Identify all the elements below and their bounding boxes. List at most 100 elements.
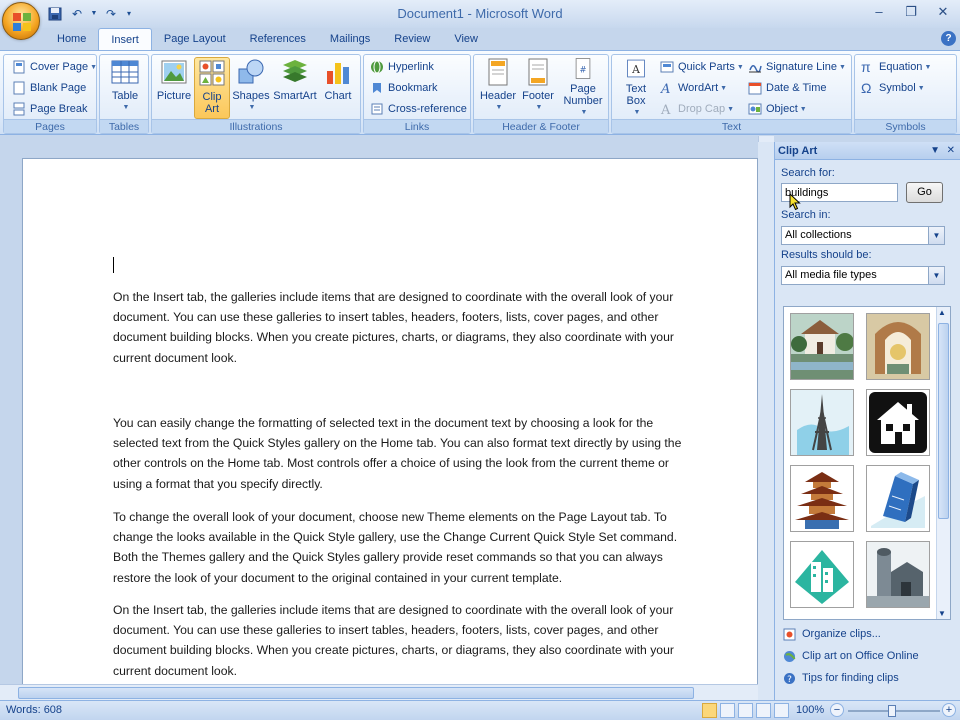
blank-page-button[interactable]: Blank Page	[12, 78, 86, 98]
document-area: On the Insert tab, the galleries include…	[0, 136, 758, 684]
quick-parts-button[interactable]: Quick Parts ▼	[660, 57, 744, 77]
close-icon[interactable]: ✕	[932, 3, 954, 21]
clip-thumbnail-pagoda[interactable]	[790, 465, 854, 532]
page-break-button[interactable]: Page Break	[12, 99, 87, 119]
clip-thumbnail-arch[interactable]	[866, 313, 930, 380]
restore-icon[interactable]: ❐	[900, 3, 922, 21]
go-button[interactable]: Go	[906, 182, 943, 203]
svg-text:#: #	[579, 64, 586, 74]
object-button[interactable]: Object ▼	[748, 99, 807, 119]
clip-thumbnail-barn-silo[interactable]	[866, 541, 930, 608]
web-layout-view-icon[interactable]	[738, 703, 753, 718]
equation-button[interactable]: π Equation ▼	[861, 57, 931, 77]
cross-reference-button[interactable]: Cross-reference	[370, 99, 467, 119]
tab-review[interactable]: Review	[382, 28, 442, 50]
zoom-out-icon[interactable]: −	[830, 703, 844, 717]
tab-insert[interactable]: Insert	[98, 28, 152, 50]
cover-page-button[interactable]: Cover Page ▼	[12, 57, 97, 77]
table-icon	[111, 60, 139, 84]
paragraph-1[interactable]: On the Insert tab, the galleries include…	[113, 287, 698, 368]
page-number-button[interactable]: # Page Number ▼	[560, 57, 606, 119]
scroll-down-icon[interactable]: ▼	[938, 609, 946, 618]
window-title: Document1 - Microsoft Word	[397, 6, 563, 21]
minimize-icon[interactable]: –	[868, 3, 890, 21]
blank-page-icon	[12, 81, 26, 95]
document-page[interactable]: On the Insert tab, the galleries include…	[22, 158, 758, 684]
chart-button[interactable]: Chart	[320, 57, 356, 119]
symbol-button[interactable]: Ω Symbol ▼	[861, 78, 925, 98]
svg-text:A: A	[631, 63, 640, 76]
object-icon	[748, 102, 762, 116]
text-box-button[interactable]: A Text Box ▼	[616, 57, 656, 119]
group-header-footer: Header ▼ Footer ▼ # Page Number ▼ Header & …	[473, 54, 609, 134]
tab-mailings[interactable]: Mailings	[318, 28, 382, 50]
organize-clips-icon	[783, 628, 796, 641]
zoom-slider-thumb[interactable]	[888, 705, 896, 717]
print-layout-view-icon[interactable]	[702, 703, 717, 718]
tab-references[interactable]: References	[238, 28, 318, 50]
mouse-pointer-icon	[789, 193, 801, 211]
draft-view-icon[interactable]	[774, 703, 789, 718]
header-button[interactable]: Header ▼	[478, 57, 518, 119]
globe-icon	[783, 650, 796, 663]
tab-home[interactable]: Home	[45, 28, 98, 50]
signature-line-button[interactable]: Signature Line ▼	[748, 57, 846, 77]
text-box-icon: A	[627, 59, 645, 78]
group-tables: Table ▼ Tables	[99, 54, 149, 134]
results-scroll-thumb[interactable]	[938, 323, 949, 519]
hyperlink-button[interactable]: Hyperlink	[370, 57, 434, 77]
shapes-button[interactable]: Shapes ▼	[232, 57, 270, 119]
svg-text:?: ?	[787, 675, 792, 685]
paragraph-4[interactable]: On the Insert tab, the galleries include…	[113, 600, 698, 681]
pane-close-icon[interactable]: ✕	[947, 142, 955, 160]
zoom-in-icon[interactable]: +	[942, 703, 956, 717]
results-type-select[interactable]: All media file types ▼	[781, 266, 945, 285]
bookmark-button[interactable]: Bookmark	[370, 78, 438, 98]
full-screen-reading-view-icon[interactable]	[720, 703, 735, 718]
quick-parts-icon	[660, 60, 674, 74]
horizontal-scroll-thumb[interactable]	[18, 687, 694, 699]
outline-view-icon[interactable]	[756, 703, 771, 718]
tips-finding-clips-link[interactable]: ? Tips for finding clips	[783, 669, 899, 687]
pi-icon: π	[861, 59, 871, 75]
wordart-icon: A	[660, 81, 674, 97]
cover-page-icon	[12, 60, 26, 74]
pane-options-icon[interactable]: ▼	[930, 142, 940, 160]
picture-button[interactable]: Picture	[156, 57, 192, 119]
clip-thumbnail-eiffel-tower[interactable]	[790, 389, 854, 456]
clip-thumbnail-house-icon[interactable]	[866, 389, 930, 456]
picture-icon	[161, 60, 187, 84]
scroll-up-icon[interactable]: ▲	[938, 308, 946, 317]
group-illustrations: Picture Clip Art Shapes ▼ SmartArt Chart …	[151, 54, 361, 134]
paragraph-2[interactable]: You can easily change the formatting of …	[113, 413, 698, 494]
svg-text:A: A	[660, 82, 670, 95]
smartart-button[interactable]: SmartArt	[272, 57, 318, 119]
drop-cap-button[interactable]: A Drop Cap ▼	[660, 99, 734, 119]
office-button[interactable]	[2, 2, 40, 40]
footer-button[interactable]: Footer ▼	[518, 57, 558, 119]
organize-clips-link[interactable]: Organize clips...	[783, 625, 881, 643]
wordart-button[interactable]: A WordArt ▼	[660, 78, 727, 98]
footer-icon	[528, 58, 548, 86]
table-button[interactable]: Table ▼	[108, 57, 142, 119]
tab-page-layout[interactable]: Page Layout	[152, 28, 238, 50]
results-scrollbar[interactable]: ▲ ▼	[936, 307, 950, 619]
omega-icon: Ω	[861, 80, 872, 96]
clip-thumbnail-city-buildings[interactable]	[790, 541, 854, 608]
clip-thumbnail-office-building[interactable]	[866, 465, 930, 532]
paragraph-3[interactable]: To change the overall look of your docum…	[113, 507, 698, 588]
word-count[interactable]: Words: 608	[6, 704, 62, 716]
zoom-level[interactable]: 100%	[796, 704, 824, 716]
clip-art-online-link[interactable]: Clip art on Office Online	[783, 647, 919, 665]
tab-view[interactable]: View	[442, 28, 490, 50]
status-bar: Words: 608 100% − +	[0, 700, 960, 720]
chevron-down-icon[interactable]: ▼	[928, 227, 944, 244]
clip-art-button[interactable]: Clip Art	[194, 57, 230, 119]
search-in-select[interactable]: All collections ▼	[781, 226, 945, 245]
clip-thumbnail-house-lake[interactable]	[790, 313, 854, 380]
help-icon[interactable]: ?	[941, 31, 956, 46]
date-time-button[interactable]: Date & Time	[748, 78, 827, 98]
results-should-be-label: Results should be:	[781, 249, 872, 261]
horizontal-scrollbar[interactable]	[0, 684, 758, 700]
chevron-down-icon[interactable]: ▼	[928, 267, 944, 284]
